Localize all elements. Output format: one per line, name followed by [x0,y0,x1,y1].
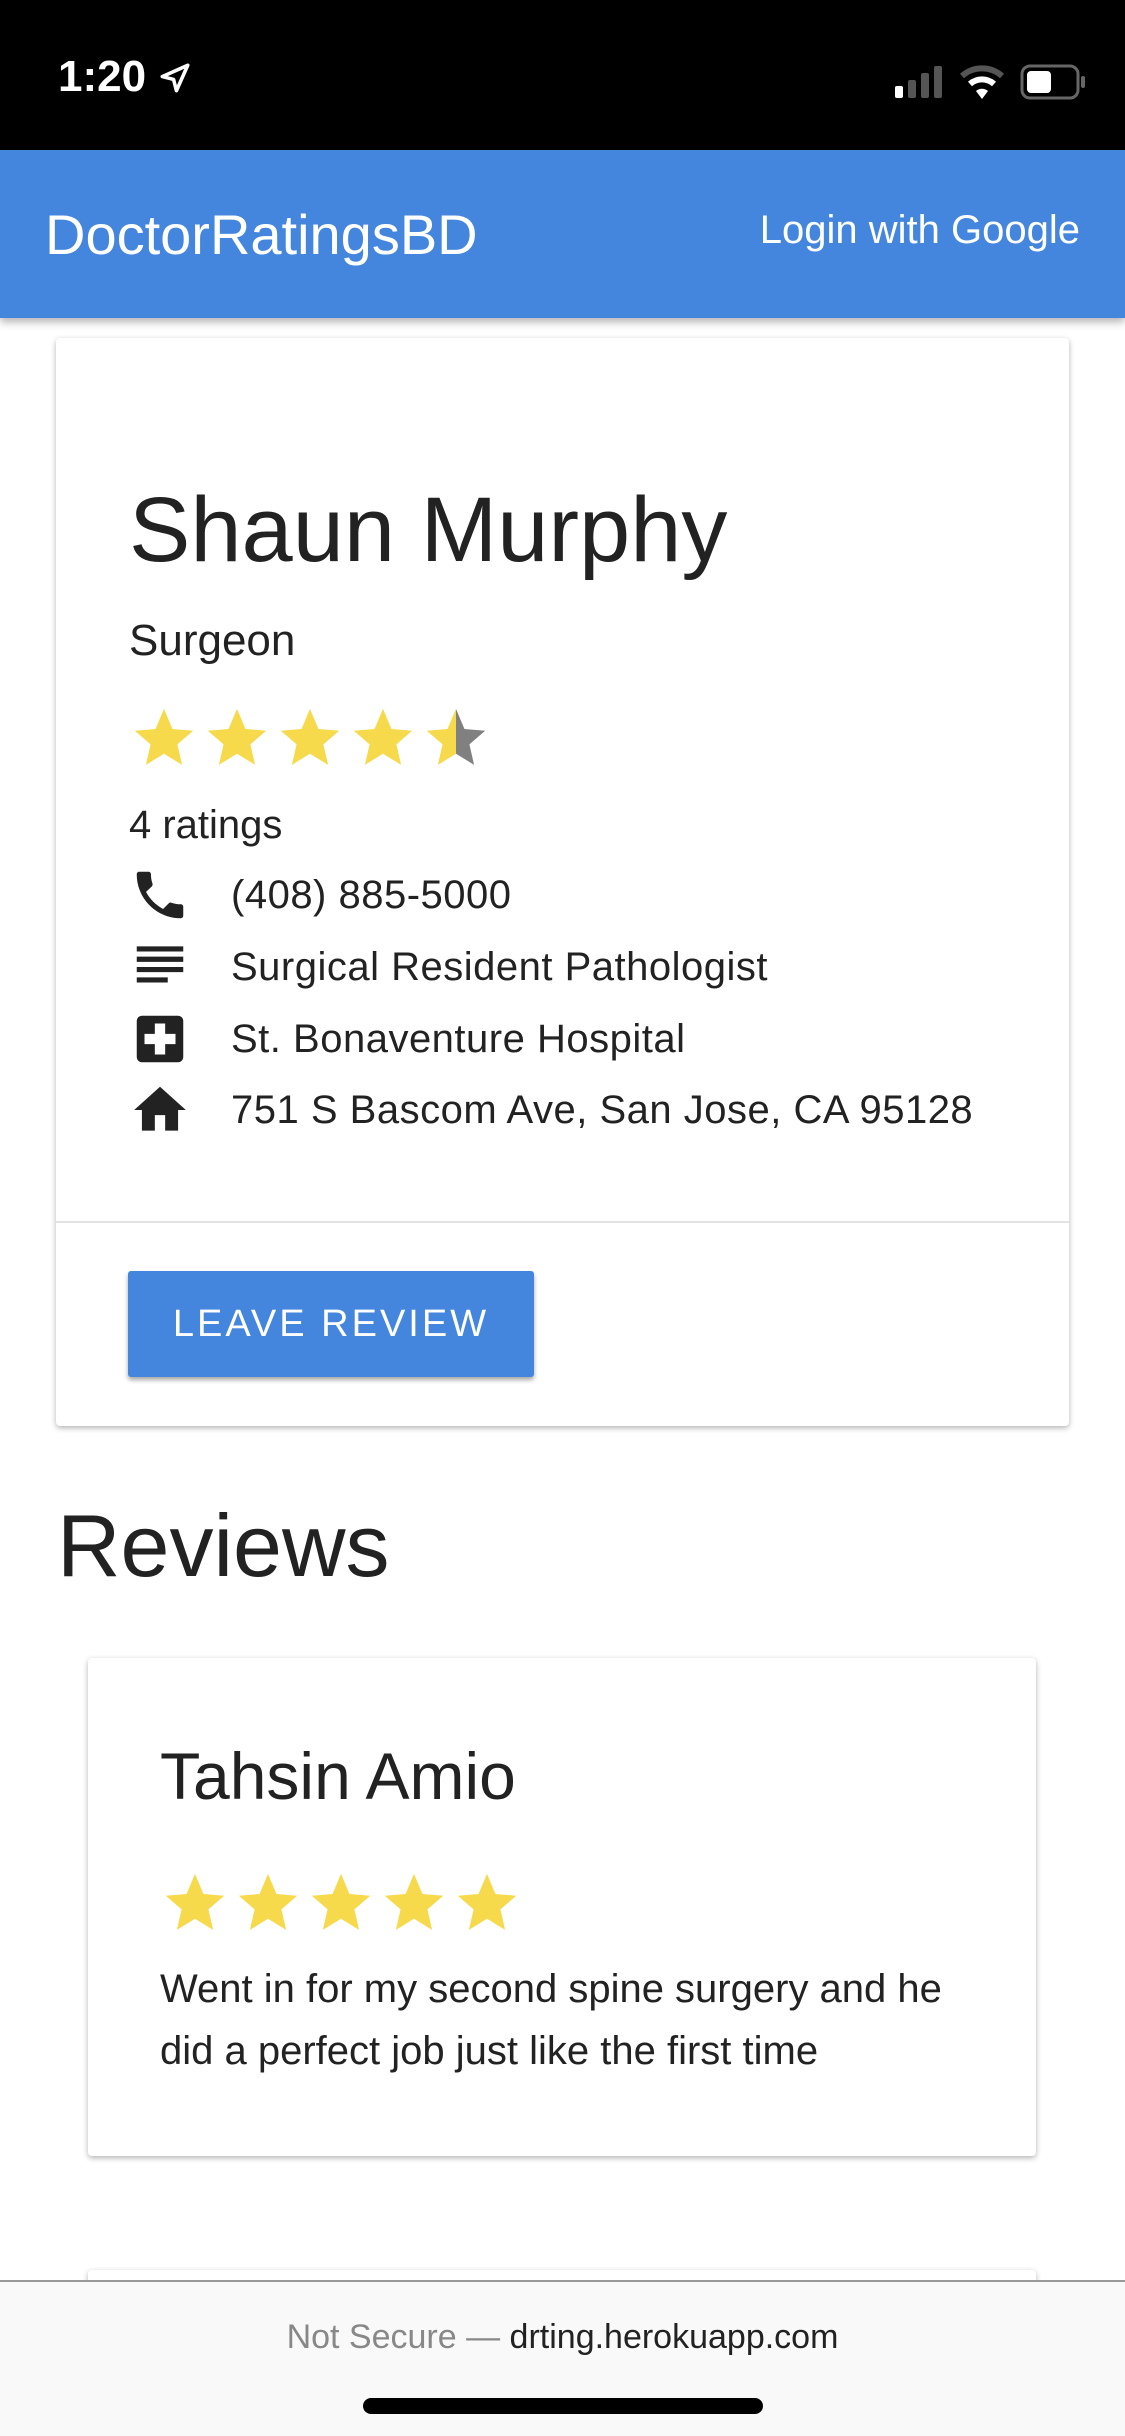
doctor-rating-stars [129,703,491,773]
review-author: Tahsin Amio [160,1739,516,1813]
doctor-specialty: Surgeon [129,616,296,665]
review-rating-stars [160,1868,522,1938]
reviews-heading: Reviews [57,1496,390,1595]
app-header: DoctorRatingsBD Login with Google [0,150,1125,318]
star-icon [134,708,194,765]
phone-icon [136,871,184,919]
review-text: Went in for my second spine surgery and … [160,1967,942,2073]
ratings-count: 4 ratings [129,803,283,847]
status-bar: 1:20 [0,0,1125,150]
address-row: 751 S Bascom Ave, San Jose, CA 95128 [129,1080,973,1140]
review-card: Tahsin Amio Went in for my second spine … [88,1658,1036,2156]
star-icon [280,708,340,765]
brand-link[interactable]: DoctorRatingsBD [45,202,478,267]
phone-row: (408) 885-5000 [129,865,512,925]
phone-number[interactable]: (408) 885-5000 [231,873,512,918]
not-secure-label: Not Secure — [286,2318,501,2356]
hospital-name: St. Bonaventure Hospital [231,1016,686,1061]
battery-icon [1020,64,1085,100]
star-icon [426,708,486,765]
home-indicator[interactable] [363,2398,763,2414]
doctor-name: Shaun Murphy [129,479,728,581]
status-time: 1:20 [58,52,192,102]
star-icon [165,1873,225,1930]
home-icon [134,1086,186,1131]
browser-address-bar[interactable]: Not Secure — drting.herokuapp.com [0,2280,1125,2436]
hospital-row: St. Bonaventure Hospital [129,1009,685,1069]
url-display[interactable]: Not Secure — drting.herokuapp.com [0,2318,1125,2357]
leave-review-button[interactable]: LEAVE REVIEW [128,1271,534,1377]
star-icon [353,708,413,765]
doctor-card: Shaun Murphy Surgeon 4 ratings (408) 885… [56,338,1069,1426]
star-icon [207,708,267,765]
star-icon [384,1873,444,1930]
address: 751 S Bascom Ave, San Jose, CA 95128 [231,1087,974,1132]
notes-icon [136,946,184,983]
domain-label: drting.herokuapp.com [509,2318,839,2356]
login-with-google-link[interactable]: Login with Google [760,208,1080,253]
location-arrow-icon [160,63,190,93]
card-divider [56,1221,1069,1223]
title-row: Surgical Resident Pathologist [129,937,768,997]
wifi-icon [960,65,1004,99]
star-icon [238,1873,298,1930]
cellular-signal-icon [895,66,942,98]
doctor-title: Surgical Resident Pathologist [231,944,769,989]
hospital-icon [136,1015,184,1063]
star-icon [311,1873,371,1930]
star-icon [457,1873,517,1930]
